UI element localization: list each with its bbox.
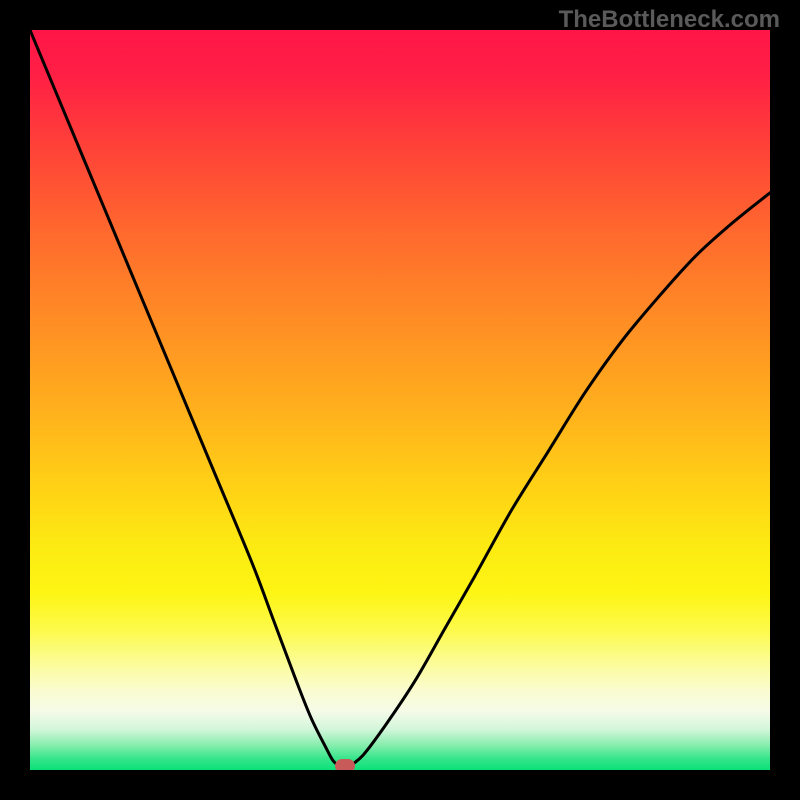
min-marker [335,759,355,770]
plot-area [30,30,770,770]
curve-svg [30,30,770,770]
curve-line [30,30,770,767]
chart-container: TheBottleneck.com [0,0,800,800]
watermark-text: TheBottleneck.com [559,6,780,34]
